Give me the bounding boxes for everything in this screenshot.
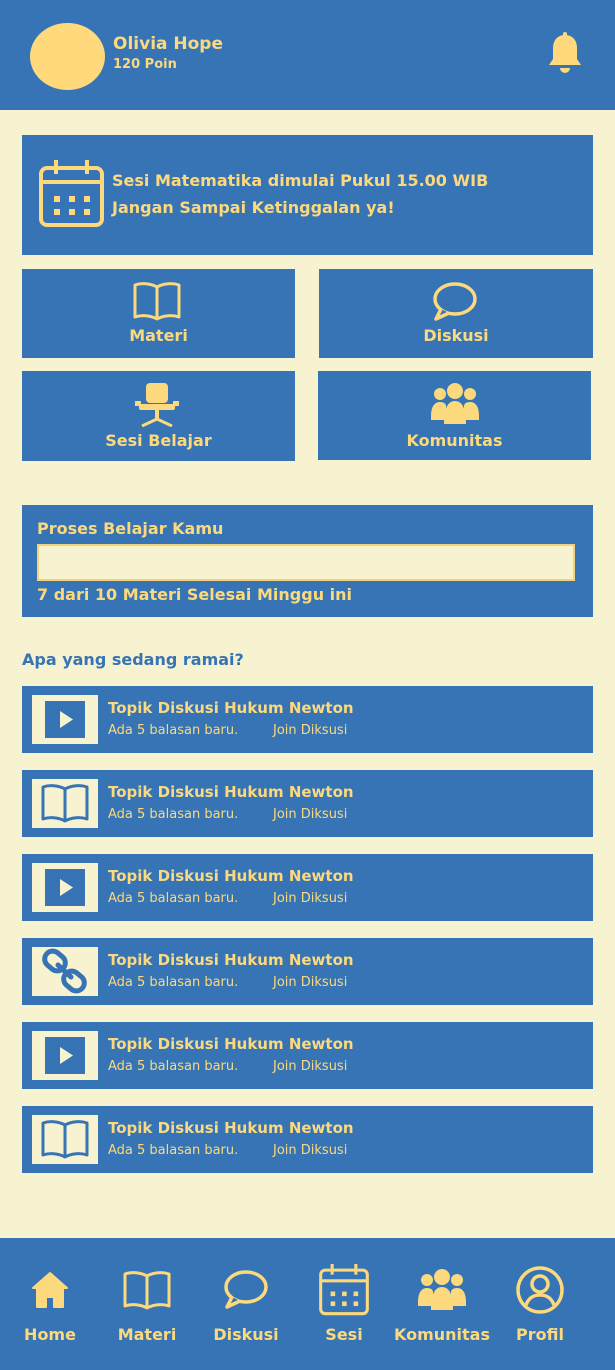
calendar-icon xyxy=(319,1264,369,1316)
list-item-subtitle: Ada 5 balasan baru. xyxy=(108,723,239,738)
menu-tile-komunitas[interactable]: Komunitas xyxy=(318,371,591,460)
list-item-title: Topik Diskusi Hukum Newton xyxy=(108,1119,354,1137)
nav-item-komunitas[interactable]: Komunitas xyxy=(390,1238,494,1370)
menu-tile-label: Komunitas xyxy=(406,431,503,450)
list-item-subtitle: Ada 5 balasan baru. xyxy=(108,1059,239,1074)
nav-item-profil[interactable]: Profil xyxy=(500,1238,580,1370)
menu-tile-materi[interactable]: Materi xyxy=(22,269,295,358)
nav-label: Materi xyxy=(117,1325,177,1344)
book-icon xyxy=(133,282,181,321)
join-discussion-link[interactable]: Join Diksusi xyxy=(273,1143,347,1158)
user-name: Olivia Hope xyxy=(113,34,224,54)
book-icon xyxy=(123,1271,171,1310)
profile-icon xyxy=(516,1266,564,1314)
thumbnail xyxy=(32,863,98,912)
menu-tile-label: Materi xyxy=(129,326,188,345)
progress-caption: 7 dari 10 Materi Selesai Minggu ini xyxy=(37,585,353,604)
nav-label: Home xyxy=(24,1325,76,1344)
chat-bubble-icon xyxy=(224,1270,268,1309)
nav-label: Diskusi xyxy=(213,1325,279,1344)
nav-label: Profil xyxy=(516,1325,564,1344)
learning-progress-card: Proses Belajar Kamu 7 dari 10 Materi Sel… xyxy=(22,505,593,617)
banner-line-1: Sesi Matematika dimulai Pukul 15.00 WIB xyxy=(112,171,489,190)
list-item-title: Topik Diskusi Hukum Newton xyxy=(108,867,354,885)
list-item[interactable]: Topik Diskusi Hukum Newton Ada 5 balasan… xyxy=(22,1106,593,1173)
list-item-subtitle: Ada 5 balasan baru. xyxy=(108,975,239,990)
list-item-subtitle: Ada 5 balasan baru. xyxy=(108,807,239,822)
list-item-title: Topik Diskusi Hukum Newton xyxy=(108,1035,354,1053)
list-item-title: Topik Diskusi Hukum Newton xyxy=(108,783,354,801)
list-item[interactable]: Topik Diskusi Hukum Newton Ada 5 balasan… xyxy=(22,854,593,921)
menu-tile-sesi-belajar[interactable]: Sesi Belajar xyxy=(22,371,295,461)
join-discussion-link[interactable]: Join Diksusi xyxy=(273,891,347,906)
play-icon xyxy=(45,869,85,906)
link-icon xyxy=(42,948,87,994)
list-item[interactable]: Topik Diskusi Hukum Newton Ada 5 balasan… xyxy=(22,1022,593,1089)
join-discussion-link[interactable]: Join Diksusi xyxy=(273,1059,347,1074)
thumbnail xyxy=(32,695,98,744)
user-points: 120 Poin xyxy=(113,57,177,72)
bottom-navigation: Home Materi Diskusi Sesi Komunitas Profi… xyxy=(0,1238,615,1370)
menu-tile-diskusi[interactable]: Diskusi xyxy=(319,269,593,358)
home-icon xyxy=(32,1272,68,1308)
list-item-subtitle: Ada 5 balasan baru. xyxy=(108,891,239,906)
book-icon xyxy=(41,784,89,823)
join-discussion-link[interactable]: Join Diksusi xyxy=(273,807,347,822)
chat-bubble-icon xyxy=(433,282,477,321)
progress-bar xyxy=(37,544,575,581)
thumbnail xyxy=(32,779,98,828)
list-item[interactable]: Topik Diskusi Hukum Newton Ada 5 balasan… xyxy=(22,686,593,753)
app-header: Olivia Hope 120 Poin xyxy=(0,0,615,110)
nav-item-home[interactable]: Home xyxy=(10,1238,90,1370)
calendar-icon xyxy=(39,160,104,227)
list-item-title: Topik Diskusi Hukum Newton xyxy=(108,951,354,969)
nav-item-sesi[interactable]: Sesi xyxy=(304,1238,384,1370)
menu-tile-label: Diskusi xyxy=(423,326,489,345)
progress-title: Proses Belajar Kamu xyxy=(37,519,224,538)
avatar[interactable] xyxy=(30,23,105,90)
community-icon xyxy=(431,383,479,424)
join-discussion-link[interactable]: Join Diksusi xyxy=(273,975,347,990)
menu-tile-label: Sesi Belajar xyxy=(105,431,212,450)
nav-label: Komunitas xyxy=(393,1325,490,1344)
join-discussion-link[interactable]: Join Diksusi xyxy=(273,723,347,738)
list-item-title: Topik Diskusi Hukum Newton xyxy=(108,699,354,717)
banner-line-2: Jangan Sampai Ketinggalan ya! xyxy=(112,198,395,217)
list-item-subtitle: Ada 5 balasan baru. xyxy=(108,1143,239,1158)
trending-section-title: Apa yang sedang ramai? xyxy=(22,650,244,669)
thumbnail xyxy=(32,1115,98,1164)
book-icon xyxy=(41,1120,89,1159)
thumbnail xyxy=(32,1031,98,1080)
desk-chair-icon xyxy=(135,383,179,427)
session-banner[interactable]: Sesi Matematika dimulai Pukul 15.00 WIB … xyxy=(22,135,593,255)
list-item[interactable]: Topik Diskusi Hukum Newton Ada 5 balasan… xyxy=(22,938,593,1005)
nav-item-materi[interactable]: Materi xyxy=(107,1238,187,1370)
progress-bar-fill xyxy=(39,546,413,579)
thumbnail xyxy=(32,947,98,996)
play-icon xyxy=(45,701,85,738)
play-icon xyxy=(45,1037,85,1074)
list-item[interactable]: Topik Diskusi Hukum Newton Ada 5 balasan… xyxy=(22,770,593,837)
community-icon xyxy=(418,1269,466,1310)
bell-icon[interactable] xyxy=(546,32,584,76)
nav-item-diskusi[interactable]: Diskusi xyxy=(206,1238,286,1370)
nav-label: Sesi xyxy=(325,1325,363,1344)
